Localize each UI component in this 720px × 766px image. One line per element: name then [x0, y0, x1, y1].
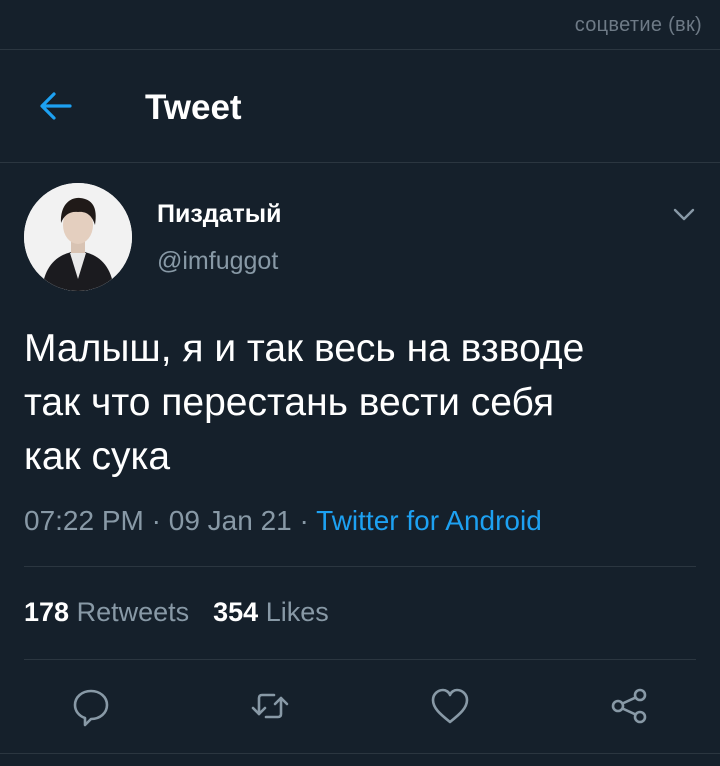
tweet-source-link[interactable]: Twitter for Android	[316, 505, 542, 536]
retweets-count: 178	[24, 597, 70, 627]
header-divider	[0, 162, 720, 163]
tweet-time: 07:22 PM	[24, 505, 144, 536]
tweet-meta: 07:22 PM · 09 Jan 21 · Twitter for Andro…	[24, 505, 542, 537]
header-bar: Tweet	[0, 50, 720, 162]
tweet-text-line: так что перестань вести себя	[24, 381, 555, 424]
like-icon[interactable]	[428, 684, 472, 728]
tweet-text-line: как сука	[24, 435, 171, 478]
arrow-left-icon[interactable]	[36, 86, 76, 126]
page-title: Tweet	[145, 88, 242, 127]
avatar[interactable]	[24, 183, 132, 291]
share-icon[interactable]	[607, 684, 651, 728]
likes-stat[interactable]: 354 Likes	[213, 597, 329, 627]
retweets-stat[interactable]: 178 Retweets	[24, 597, 189, 627]
watermark: соцветие (вк)	[574, 14, 702, 36]
tweet-date: 09 Jan 21	[168, 505, 292, 536]
chevron-down-icon[interactable]	[670, 200, 698, 228]
tweet-text-line: Малыш, я и так весь на взводе	[24, 327, 585, 370]
bottom-divider	[0, 753, 720, 754]
meta-divider	[24, 566, 696, 567]
meta-separator: ·	[143, 505, 169, 536]
display-name[interactable]: Пиздатый	[157, 200, 282, 229]
retweets-label: Retweets	[76, 597, 190, 627]
tweet-stats: 178 Retweets 354 Likes	[24, 597, 329, 628]
meta-separator: ·	[291, 505, 317, 536]
likes-count: 354	[213, 597, 259, 627]
stats-divider	[24, 659, 696, 660]
tweet-text: Малыш, я и так весь на взводе так что пе…	[24, 322, 704, 484]
reply-icon[interactable]	[69, 684, 113, 728]
likes-label: Likes	[265, 597, 329, 627]
user-handle[interactable]: @imfuggot	[157, 247, 278, 276]
retweet-icon[interactable]	[248, 684, 292, 728]
